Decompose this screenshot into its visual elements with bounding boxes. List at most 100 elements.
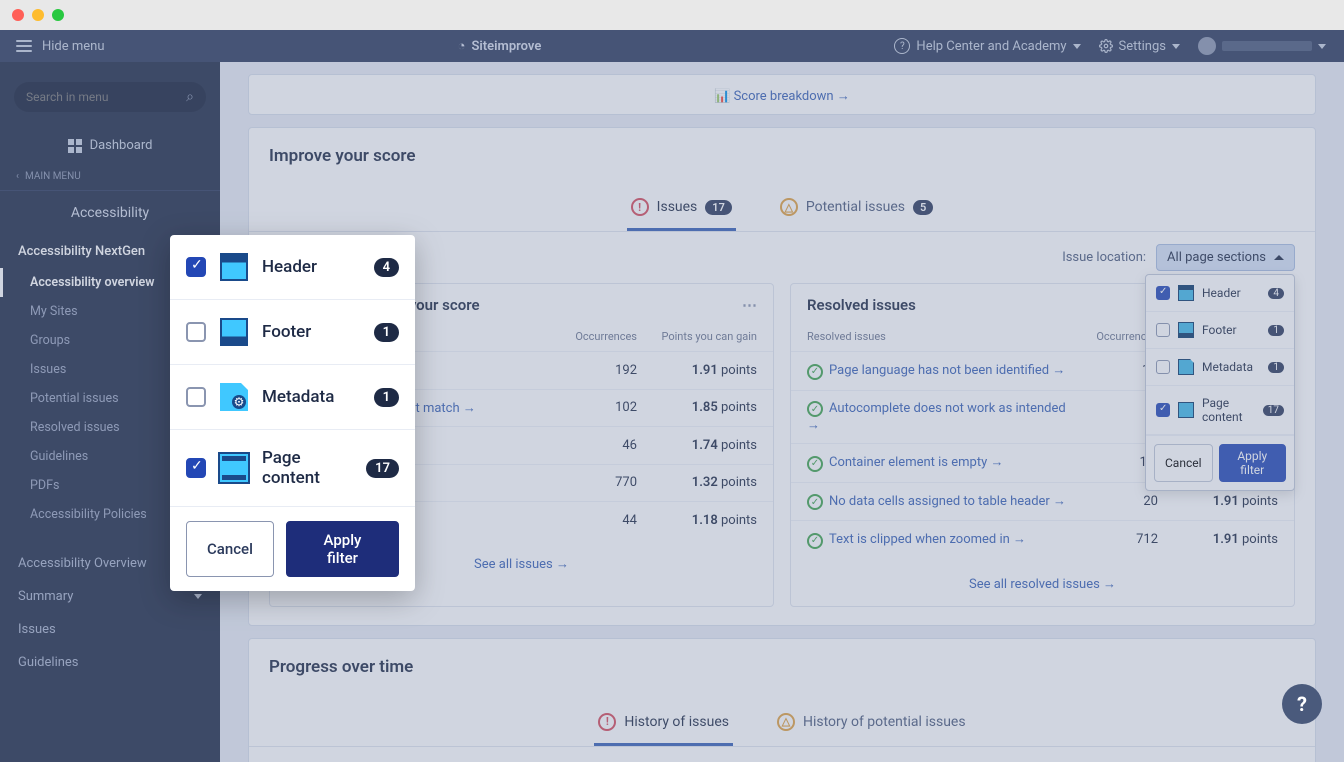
brand: ◔ Siteimprove xyxy=(105,38,895,54)
help-fab-button[interactable]: ? xyxy=(1282,684,1322,724)
dashboard-link[interactable]: Dashboard xyxy=(0,128,220,163)
resolved-icon: ✓ xyxy=(807,533,823,549)
dashboard-icon xyxy=(68,139,82,153)
hamburger-icon[interactable] xyxy=(16,40,32,52)
tab-issues[interactable]: ! Issues 17 xyxy=(627,184,736,231)
checkbox-icon xyxy=(1156,360,1170,374)
metadata-section-icon xyxy=(1178,359,1194,375)
header-section-icon xyxy=(220,253,248,281)
filter-option-footer[interactable]: Footer 1 xyxy=(170,300,415,365)
filter-cancel-button[interactable]: Cancel xyxy=(1154,444,1213,482)
checkbox-icon xyxy=(186,257,206,277)
tab-history-label: History of issues xyxy=(624,714,729,730)
filter-option-page-content[interactable]: Page content 17 xyxy=(1146,386,1294,435)
panel-menu-button[interactable]: ⋯ xyxy=(742,296,757,314)
tab-history-issues[interactable]: ! History of issues xyxy=(594,699,733,746)
minimize-window-button[interactable] xyxy=(32,9,44,21)
resolved-icon: ✓ xyxy=(807,364,823,380)
progress-title: Progress over time xyxy=(249,639,1315,695)
potential-icon: △ xyxy=(780,198,798,216)
sidebar-search[interactable]: ⌕ xyxy=(14,82,206,112)
filter-option-header[interactable]: Header 4 xyxy=(1146,275,1294,312)
points-value: 1.91 points xyxy=(1158,532,1278,547)
filter-option-count: 4 xyxy=(374,258,399,277)
chart-icon: 📊 xyxy=(714,89,730,104)
resolved-link[interactable]: Container element is empty → xyxy=(829,455,1003,470)
filter-option-count: 1 xyxy=(1268,325,1284,336)
filter-option-label: Header xyxy=(262,257,360,277)
user-menu[interactable] xyxy=(1198,37,1326,55)
filter-option-label: Metadata xyxy=(262,387,360,407)
filter-option-header[interactable]: Header 4 xyxy=(170,235,415,300)
occurrences-value: 46 xyxy=(547,438,637,453)
tab-potential-count: 5 xyxy=(913,200,933,215)
help-label: Help Center and Academy xyxy=(916,39,1066,54)
issue-icon: ! xyxy=(598,713,616,731)
chevron-left-icon: ‹ xyxy=(16,171,19,182)
caret-up-icon xyxy=(1274,255,1284,260)
improve-tabs: ! Issues 17 △ Potential issues 5 xyxy=(249,184,1315,232)
maximize-window-button[interactable] xyxy=(52,9,64,21)
resolved-panel-title: Resolved issues xyxy=(807,296,916,314)
settings-menu[interactable]: Settings xyxy=(1099,39,1180,54)
filter-option-count: 1 xyxy=(1268,362,1284,373)
checkbox-icon xyxy=(186,387,206,407)
occurrences-value: 44 xyxy=(547,513,637,528)
score-breakdown-label: Score breakdown → xyxy=(734,89,850,104)
filter-option-count: 17 xyxy=(1263,405,1284,416)
chevron-down-icon xyxy=(1172,44,1180,49)
issue-icon: ! xyxy=(631,198,649,216)
filter-dropdown-zoomed: Header 4 Footer 1 Metadata 1 Page conten… xyxy=(170,235,415,591)
issue-location-filter-button[interactable]: All page sections xyxy=(1156,244,1295,271)
col-resolved: Resolved issues xyxy=(807,330,1068,343)
resolved-link[interactable]: Autocomplete does not work as intended → xyxy=(807,401,1066,434)
footer-section-icon xyxy=(220,318,248,346)
checkbox-icon xyxy=(186,322,206,342)
page-content-section-icon xyxy=(1178,402,1194,418)
nav-summary-label: Summary xyxy=(18,589,73,604)
tab-potential-issues[interactable]: △ Potential issues 5 xyxy=(776,184,937,231)
occurrences-value: 20 xyxy=(1068,494,1158,509)
filter-option-count: 17 xyxy=(366,459,399,478)
gear-icon xyxy=(1099,39,1113,53)
points-value: 1.32 points xyxy=(637,475,757,490)
table-row[interactable]: ✓Text is clipped when zoomed in →7121.91… xyxy=(791,520,1294,559)
resolved-link[interactable]: No data cells assigned to table header → xyxy=(829,494,1066,509)
tab-potential-label: Potential issues xyxy=(806,199,905,215)
window-chrome xyxy=(0,0,1344,30)
points-value: 1.85 points xyxy=(637,400,757,415)
occurrences-value: 102 xyxy=(547,400,637,415)
dashboard-label: Dashboard xyxy=(90,138,153,153)
brand-label: Siteimprove xyxy=(471,39,541,54)
col-occurrences: Occurrences xyxy=(547,330,637,343)
resolved-link[interactable]: Page language has not been identified → xyxy=(829,363,1065,378)
filter-apply-button[interactable]: Apply filter xyxy=(1219,444,1286,482)
score-breakdown-link[interactable]: 📊 Score breakdown → xyxy=(248,74,1316,115)
filter-option-metadata[interactable]: Metadata 1 xyxy=(170,365,415,430)
hide-menu-label[interactable]: Hide menu xyxy=(42,39,105,54)
help-center-menu[interactable]: ? Help Center and Academy xyxy=(894,38,1080,54)
filter-apply-button[interactable]: Apply filter xyxy=(286,521,399,577)
nav-issues-2[interactable]: Issues xyxy=(0,613,220,646)
points-value: 1.74 points xyxy=(637,438,757,453)
chevron-down-icon xyxy=(1318,44,1326,49)
filter-option-page-content[interactable]: Page content 17 xyxy=(170,430,415,507)
close-window-button[interactable] xyxy=(12,9,24,21)
resolved-link[interactable]: Text is clipped when zoomed in → xyxy=(829,532,1026,547)
tab-history-potential[interactable]: △ History of potential issues xyxy=(773,699,970,746)
main-menu-back[interactable]: ‹ MAIN MENU xyxy=(0,163,220,191)
points-value: 1.18 points xyxy=(637,513,757,528)
filter-cancel-button[interactable]: Cancel xyxy=(186,521,274,577)
search-input[interactable] xyxy=(26,90,186,104)
see-all-issues-link[interactable]: See all issues → xyxy=(474,557,569,572)
see-all-resolved-link[interactable]: See all resolved issues → xyxy=(969,577,1116,592)
checkbox-icon xyxy=(1156,403,1170,417)
nav-guidelines-2[interactable]: Guidelines xyxy=(0,646,220,679)
search-icon: ⌕ xyxy=(186,89,194,105)
section-title: Accessibility xyxy=(0,191,220,235)
filter-option-metadata[interactable]: Metadata 1 xyxy=(1146,349,1294,386)
occurrences-value: 192 xyxy=(547,363,637,378)
filter-label: Issue location: xyxy=(1062,250,1146,265)
main-menu-label: MAIN MENU xyxy=(25,171,81,182)
filter-option-footer[interactable]: Footer 1 xyxy=(1146,312,1294,349)
